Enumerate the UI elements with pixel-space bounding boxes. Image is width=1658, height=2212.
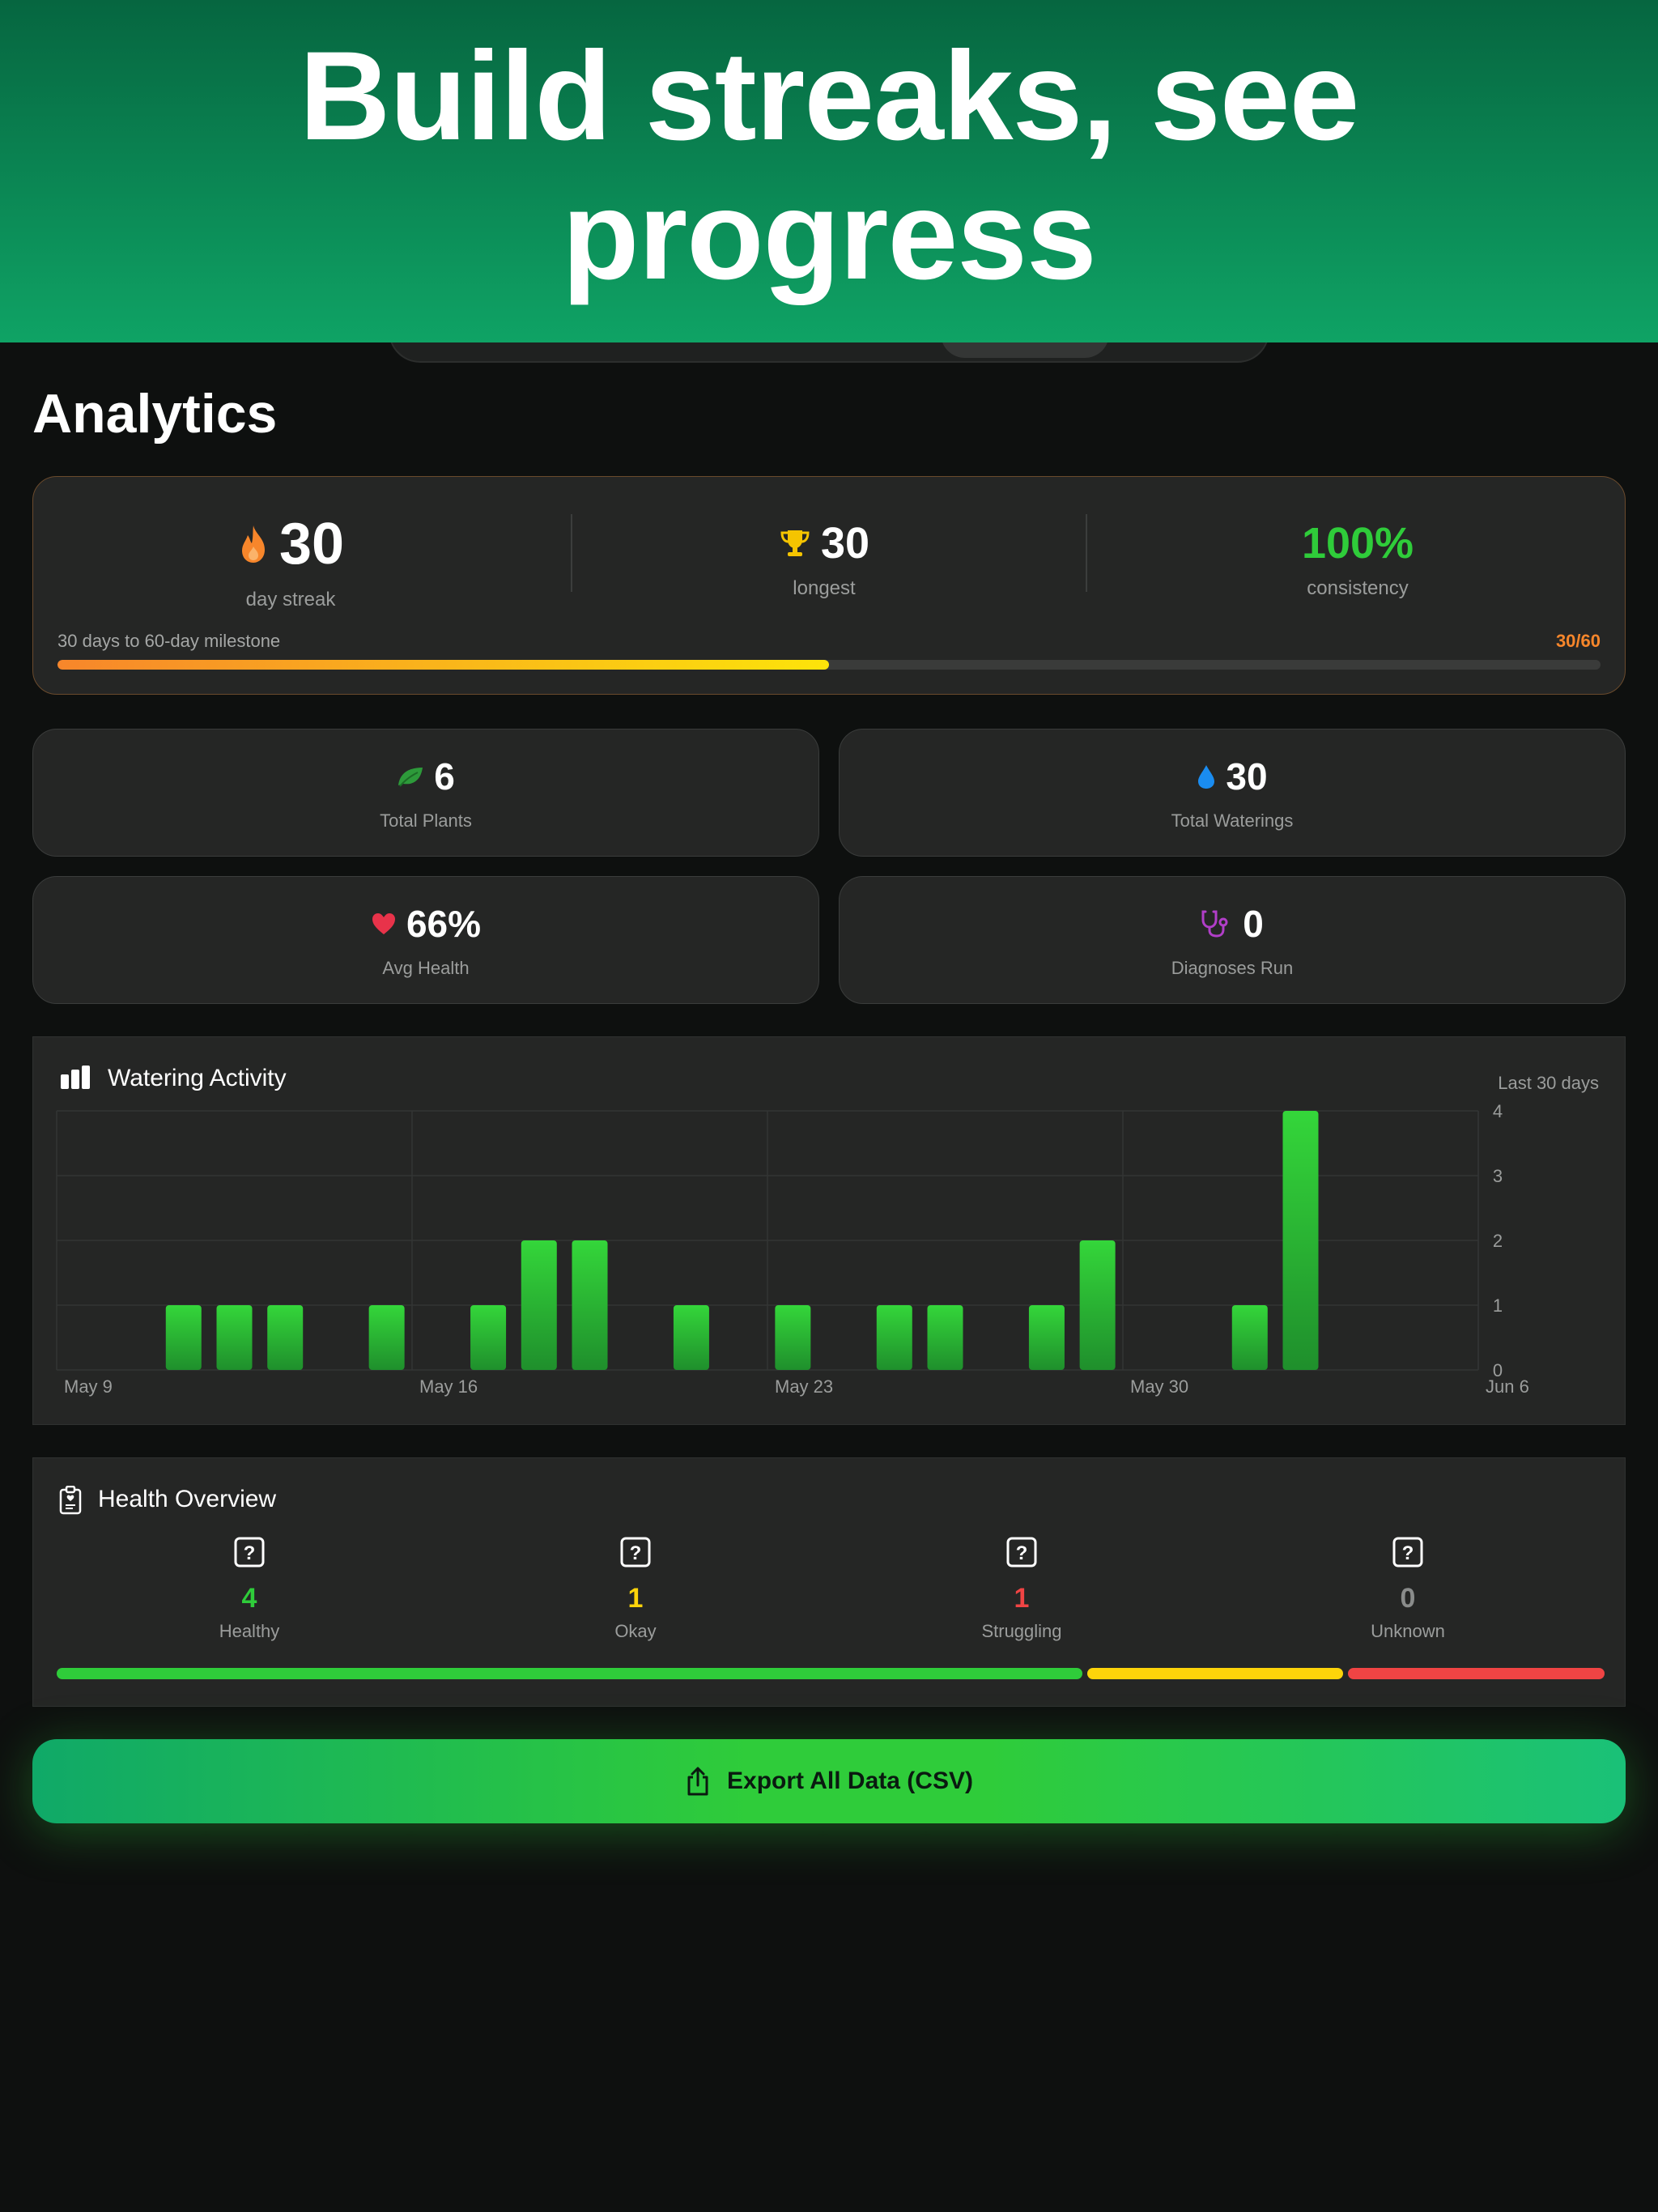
health-unknown-stat: ? 0 Unknown [1215, 1537, 1601, 1642]
unknown-status-icon: ? [1392, 1537, 1423, 1568]
current-streak-value: 30 [278, 512, 345, 576]
consistency-stat: 100% consistency [1100, 509, 1615, 600]
health-okay-stat: ? 1 Okay [443, 1537, 828, 1642]
export-csv-button[interactable]: Export All Data (CSV) [32, 1739, 1626, 1823]
flame-icon [241, 525, 265, 563]
struggling-label: Struggling [981, 1621, 1062, 1641]
chart-bar [216, 1305, 253, 1370]
avg-health-value: 66% [406, 903, 482, 945]
chart-bar [267, 1305, 304, 1370]
x-tick-label: May 30 [1130, 1376, 1188, 1397]
y-tick-label: 2 [1493, 1231, 1503, 1251]
chart-bar [521, 1240, 557, 1370]
chart-bar [1231, 1305, 1268, 1370]
healthy-label: Healthy [219, 1621, 280, 1641]
chart-bar [1079, 1240, 1116, 1370]
svg-text:?: ? [244, 1542, 256, 1564]
y-tick-label: 3 [1493, 1166, 1503, 1186]
export-csv-label: Export All Data (CSV) [727, 1767, 973, 1794]
svg-text:?: ? [1016, 1542, 1028, 1564]
avg-health-card: 66% Avg Health [32, 876, 819, 1004]
healthy-count: 4 [241, 1583, 257, 1614]
milestone-progress-bar [57, 660, 1601, 670]
unknown-status-icon: ? [620, 1537, 651, 1568]
unknown-status-icon: ? [234, 1537, 265, 1568]
leaf-icon [398, 768, 423, 787]
avg-health-label: Avg Health [382, 958, 470, 978]
milestone-text: 30 days to 60-day milestone [57, 631, 281, 651]
milestone-progress-fill [57, 660, 829, 670]
health-bar-segment [1348, 1668, 1605, 1679]
chart-bar [470, 1305, 507, 1370]
health-overview-title: Health Overview [98, 1486, 277, 1512]
water-drop-icon [1198, 765, 1215, 789]
svg-text:?: ? [630, 1542, 642, 1564]
chart-bar [165, 1305, 202, 1370]
consistency-value: 100% [1301, 519, 1414, 568]
chart-bar [876, 1305, 912, 1370]
diagnoses-run-card: 0 Diagnoses Run [839, 876, 1626, 1004]
chart-bar [775, 1305, 811, 1370]
unknown-status-icon: ? [1006, 1537, 1037, 1568]
share-icon [687, 1767, 708, 1796]
health-struggling-stat: ? 1 Struggling [829, 1537, 1214, 1642]
x-tick-label: May 9 [64, 1376, 113, 1397]
trophy-icon [780, 530, 810, 556]
longest-streak-stat: 30 longest [567, 509, 1082, 600]
okay-label: Okay [614, 1621, 657, 1641]
bar-chart-icon [61, 1066, 90, 1089]
x-tick-label: May 23 [775, 1376, 833, 1397]
divider [1086, 514, 1087, 592]
chart-bar [1282, 1111, 1319, 1370]
consistency-label: consistency [1307, 577, 1409, 599]
chart-bar [1028, 1305, 1065, 1370]
chart-bar [927, 1305, 963, 1370]
unknown-label: Unknown [1371, 1621, 1445, 1641]
svg-text:?: ? [1402, 1542, 1414, 1564]
chart-bar [572, 1240, 608, 1370]
total-plants-card: 6 Total Plants [32, 729, 819, 857]
health-bar-segment [57, 1668, 1082, 1679]
milestone-count: 30/60 [1555, 631, 1601, 651]
watering-activity-title: Watering Activity [108, 1065, 287, 1091]
chart-bar [673, 1305, 709, 1370]
x-tick-label: Jun 6 [1486, 1376, 1529, 1397]
y-tick-label: 4 [1493, 1101, 1503, 1121]
heart-icon [372, 913, 395, 934]
health-healthy-stat: ? 4 Healthy [57, 1537, 442, 1642]
watering-chart: 01234May 9 May 16 May 23 May 30 Jun 6 [56, 1101, 1529, 1397]
y-tick-label: 1 [1493, 1295, 1503, 1316]
longest-streak-value: 30 [820, 519, 870, 568]
struggling-count: 1 [1014, 1583, 1030, 1614]
clipboard-icon [59, 1486, 82, 1515]
health-bar-segment [1086, 1668, 1344, 1679]
longest-streak-label: longest [793, 577, 856, 599]
current-streak-stat: 30 day streak [33, 509, 548, 611]
total-waterings-label: Total Waterings [1171, 810, 1294, 831]
diagnoses-run-value: 0 [1243, 903, 1264, 945]
okay-count: 1 [627, 1583, 644, 1614]
diagnoses-run-label: Diagnoses Run [1171, 958, 1294, 978]
total-waterings-value: 30 [1226, 755, 1268, 798]
page-title: Analytics [32, 383, 278, 445]
stethoscope-icon [1201, 910, 1228, 938]
total-waterings-card: 30 Total Waterings [839, 729, 1626, 857]
total-plants-value: 6 [434, 755, 455, 798]
promo-banner: Build streaks, see progress [0, 0, 1658, 342]
chart-bar [368, 1305, 405, 1370]
watering-activity-range: Last 30 days [1498, 1073, 1599, 1093]
promo-headline: Build streaks, see progress [299, 25, 1360, 306]
total-plants-label: Total Plants [380, 810, 472, 831]
unknown-count: 0 [1400, 1583, 1416, 1614]
streak-card: 30 day streak 30 longest 100% consistenc… [32, 476, 1626, 695]
x-tick-label: May 16 [419, 1376, 478, 1397]
current-streak-label: day streak [245, 589, 336, 610]
